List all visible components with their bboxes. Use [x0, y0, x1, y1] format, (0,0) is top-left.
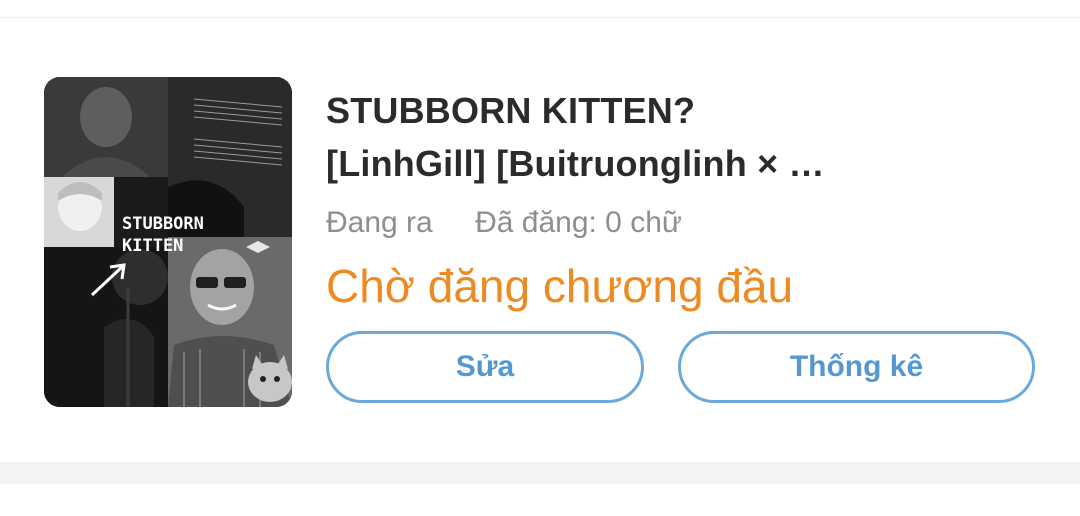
story-meta: Đang ra Đã đăng: 0 chữ — [326, 206, 1046, 240]
story-cover-image[interactable]: STUBBORN KITTEN — [44, 77, 292, 407]
section-separator — [0, 462, 1080, 484]
edit-button[interactable]: Sửa — [326, 331, 644, 403]
cover-title-line2: KITTEN — [122, 236, 183, 256]
story-card[interactable]: STUBBORN KITTEN STUBBORN KITTEN? [LinhGi… — [0, 18, 1080, 462]
story-status: Đang ra — [326, 206, 433, 239]
story-info: STUBBORN KITTEN? [LinhGill] [Buitruongli… — [326, 84, 1046, 314]
statistics-button[interactable]: Thống kê — [678, 331, 1035, 403]
story-title[interactable]: STUBBORN KITTEN? [LinhGill] [Buitruongli… — [326, 84, 1046, 190]
story-title-line2: [LinhGill] [Buitruonglinh × … — [326, 143, 825, 184]
cover-title-line1: STUBBORN — [122, 214, 204, 234]
pending-chapter-notice: Chờ đăng chương đầu — [326, 260, 794, 312]
story-title-line1: STUBBORN KITTEN? — [326, 90, 696, 131]
story-word-count: Đã đăng: 0 chữ — [475, 206, 682, 239]
